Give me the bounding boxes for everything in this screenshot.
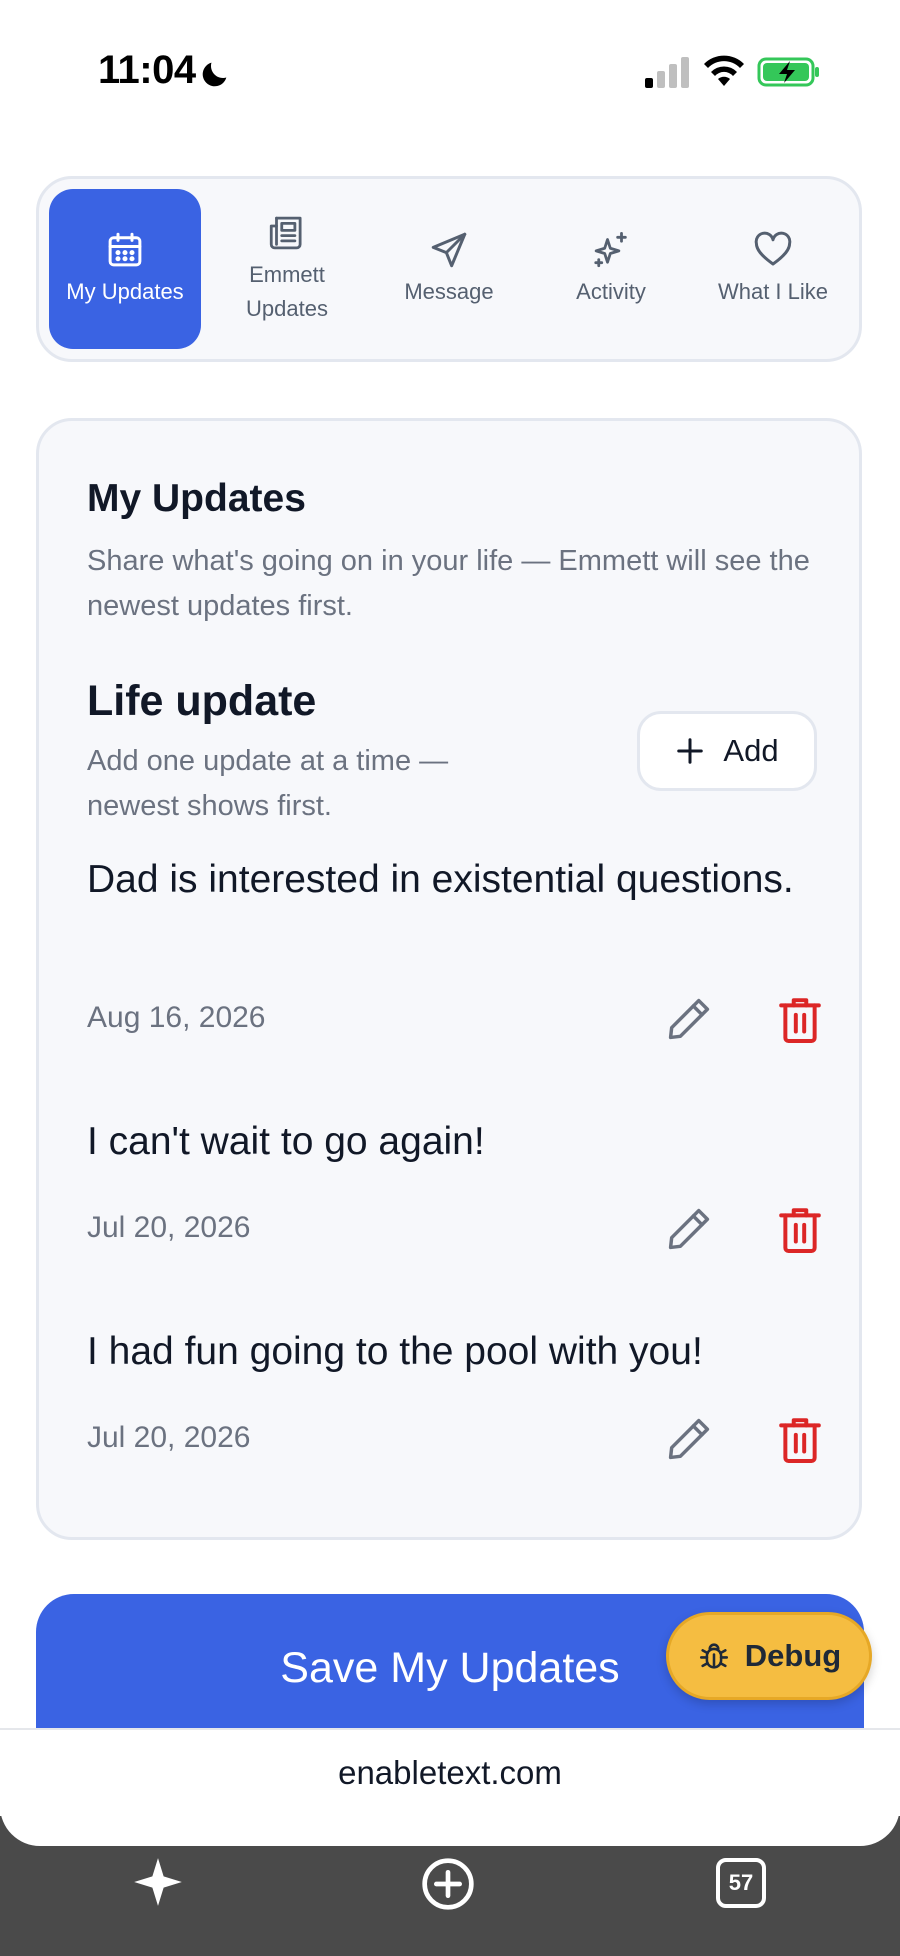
newspaper-icon — [269, 216, 302, 250]
update-item: I had fun going to the pool with you! Ju… — [87, 1325, 827, 1463]
new-tab-icon[interactable] — [420, 1856, 476, 1912]
address-bar[interactable]: enabletext.com — [0, 1728, 900, 1816]
my-updates-card: My Updates Share what's going on in your… — [36, 418, 862, 1540]
trash-icon[interactable] — [777, 993, 823, 1045]
update-date: Jul 20, 2026 — [87, 1421, 251, 1454]
update-item: Dad is interested in existential questio… — [87, 853, 827, 1043]
add-button-label: Add — [723, 733, 779, 768]
card-subtitle: Share what's going on in your life — Emm… — [87, 545, 810, 622]
update-date: Jul 20, 2026 — [87, 1211, 251, 1244]
heart-icon — [754, 231, 792, 266]
debug-label: Debug — [744, 1638, 842, 1673]
edit-icon[interactable] — [663, 993, 715, 1045]
update-text: Dad is interested in existential questio… — [87, 858, 794, 901]
status-time: 11:04 — [98, 48, 196, 92]
bug-icon — [699, 1643, 728, 1669]
sparkle-icon[interactable] — [132, 1856, 184, 1908]
section-title: Life update — [87, 677, 317, 725]
card-title: My Updates — [87, 477, 306, 520]
tab-activity[interactable]: Activity — [535, 189, 687, 349]
calendar-icon — [108, 232, 142, 267]
status-bar: 11:04 — [0, 0, 900, 130]
battery-charging-icon — [757, 57, 819, 87]
browser-toolbar: 57 — [0, 1806, 900, 1956]
moon-icon — [202, 62, 227, 87]
tab-count-button[interactable]: 57 — [716, 1858, 766, 1908]
tab-label: Emmett Updates — [246, 262, 328, 321]
tab-label: Message — [404, 279, 494, 304]
toolbar-curve — [0, 1806, 900, 1846]
update-item: I can't wait to go again! Jul 20, 2026 — [87, 1115, 827, 1253]
tab-emmett-updates[interactable]: Emmett Updates — [211, 189, 363, 349]
plus-icon — [677, 738, 704, 764]
tab-what-i-like[interactable]: What I Like — [697, 189, 849, 349]
edit-icon[interactable] — [663, 1203, 715, 1255]
update-text: I can't wait to go again! — [87, 1120, 485, 1163]
section-subtitle: Add one update at a time — newest shows … — [87, 745, 449, 822]
debug-button[interactable]: Debug — [666, 1612, 872, 1700]
signal-icon — [645, 57, 689, 88]
update-text: I had fun going to the pool with you! — [87, 1330, 703, 1373]
trash-icon[interactable] — [777, 1413, 823, 1465]
sparkles-icon — [594, 231, 627, 268]
url-text: enabletext.com — [338, 1754, 562, 1791]
tab-count: 57 — [728, 1870, 754, 1895]
wifi-icon — [704, 55, 744, 86]
tab-message[interactable]: Message — [373, 189, 525, 349]
edit-icon[interactable] — [663, 1413, 715, 1465]
send-icon — [431, 232, 467, 268]
section-tabs: My Updates Emmett Updates Message Activi… — [36, 176, 862, 362]
tab-label: Activity — [576, 279, 646, 304]
tab-my-updates[interactable]: My Updates — [49, 189, 201, 349]
tab-label: My Updates — [66, 279, 184, 304]
save-button-label: Save My Updates — [280, 1644, 620, 1692]
add-update-button[interactable]: Add — [637, 711, 817, 791]
trash-icon[interactable] — [777, 1203, 823, 1255]
tab-label: What I Like — [717, 279, 829, 304]
update-date: Aug 16, 2026 — [87, 1001, 266, 1034]
